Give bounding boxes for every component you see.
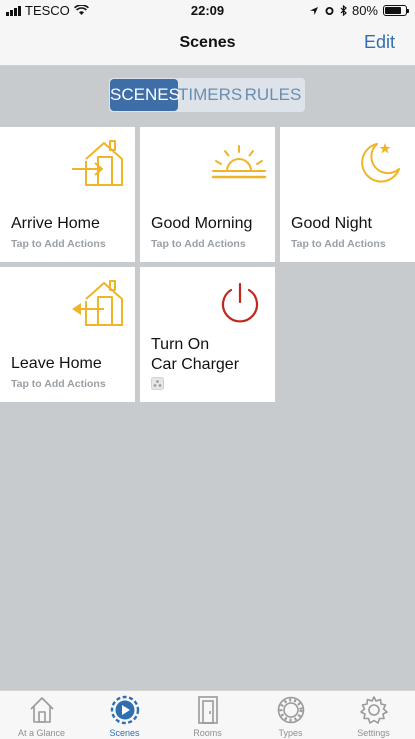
door-icon xyxy=(197,696,218,724)
battery-icon xyxy=(383,5,409,16)
page-title: Scenes xyxy=(179,34,236,51)
tab-types[interactable]: Types xyxy=(249,691,332,739)
scene-name: Leave Home xyxy=(11,355,102,372)
tab-label: Settings xyxy=(357,728,390,738)
scene-tile-good-night[interactable]: Good Night Tap to Add Actions xyxy=(280,127,415,262)
status-bar: TESCO 22:09 80% xyxy=(0,0,415,22)
tab-bar: At a Glance Scenes Rooms Types Settings xyxy=(0,690,415,739)
device-group-icon xyxy=(151,377,164,390)
segment-scenes[interactable]: SCENES xyxy=(110,79,180,111)
bluetooth-icon xyxy=(340,5,347,16)
navigation-bar: Scenes Edit xyxy=(0,22,415,66)
scene-tile-good-morning[interactable]: Good Morning Tap to Add Actions xyxy=(140,127,275,262)
edit-button[interactable]: Edit xyxy=(364,32,395,53)
scene-subtitle: Tap to Add Actions xyxy=(151,238,246,250)
tab-settings[interactable]: Settings xyxy=(332,691,415,739)
arrive-home-icon xyxy=(72,140,123,186)
scenes-play-icon xyxy=(110,695,139,725)
moon-star-icon xyxy=(361,143,400,183)
tab-label: Rooms xyxy=(193,728,222,738)
types-ring-icon xyxy=(277,696,304,724)
tab-label: Types xyxy=(278,728,303,738)
scene-tile-leave-home[interactable]: Leave Home Tap to Add Actions xyxy=(0,267,135,402)
alarm-icon xyxy=(325,7,334,15)
scene-subtitle: Tap to Add Actions xyxy=(291,238,386,250)
battery-percent: 80% xyxy=(351,3,378,18)
segment-rules[interactable]: RULES xyxy=(242,79,304,111)
tab-at-a-glance[interactable]: At a Glance xyxy=(0,691,83,739)
segmented-control: SCENES TIMERS RULES xyxy=(109,78,305,112)
scene-subtitle: Tap to Add Actions xyxy=(11,238,106,250)
tab-label: At a Glance xyxy=(17,728,66,738)
power-icon xyxy=(221,282,259,323)
house-icon xyxy=(29,697,54,723)
location-icon xyxy=(309,6,318,15)
scene-name: Arrive Home xyxy=(11,215,100,232)
scene-name: Good Morning xyxy=(151,215,253,232)
scene-tile-arrive-home[interactable]: Arrive Home Tap to Add Actions xyxy=(0,127,135,262)
segment-timers[interactable]: TIMERS xyxy=(178,79,242,111)
scene-tile-car-charger[interactable]: Turn On Car Charger xyxy=(140,267,275,402)
sunrise-icon xyxy=(211,145,267,179)
scene-name: Good Night xyxy=(291,215,372,232)
leave-home-icon xyxy=(72,280,123,326)
scene-name-line2: Car Charger xyxy=(151,356,240,373)
gear-icon xyxy=(359,696,388,724)
scene-subtitle: Tap to Add Actions xyxy=(11,378,106,390)
tab-rooms[interactable]: Rooms xyxy=(166,691,249,739)
scene-name-line1: Turn On xyxy=(151,336,210,353)
tab-label: Scenes xyxy=(109,728,140,738)
tab-scenes[interactable]: Scenes xyxy=(83,691,166,739)
